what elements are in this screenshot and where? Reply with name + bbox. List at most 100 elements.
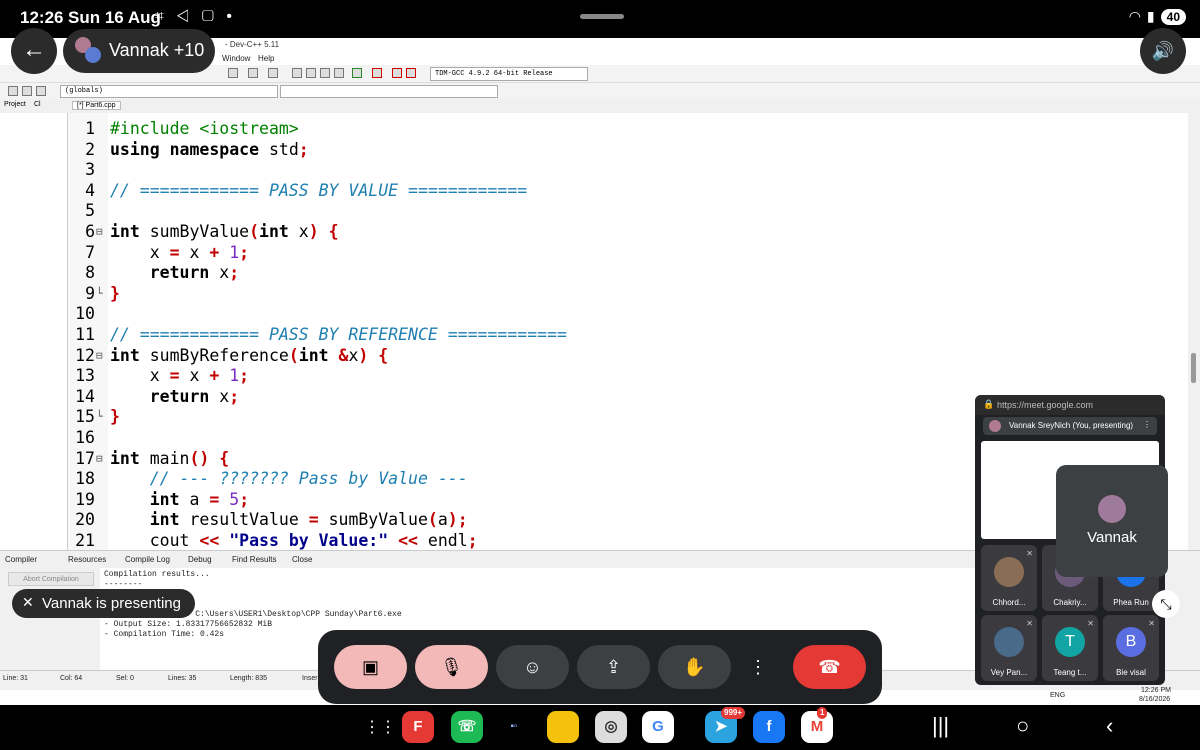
code-line[interactable]: 2 using namespace std;	[68, 140, 1188, 160]
participant-name: Chhord...	[992, 598, 1026, 607]
toolbar-icon[interactable]	[292, 68, 302, 78]
code-line[interactable]: 1 #include <iostream>	[68, 119, 1188, 139]
code-line[interactable]: 6 ⊟ int sumByValue(int x) {	[68, 222, 1188, 242]
toolbar-icon[interactable]	[22, 86, 32, 96]
drag-handle[interactable]	[580, 14, 624, 19]
globals-select[interactable]: (globals)	[60, 85, 278, 98]
fold-marker[interactable]: └	[96, 284, 106, 304]
arrow-left-icon: ←	[22, 36, 46, 63]
camera-toggle-button[interactable]: ▣	[334, 645, 407, 689]
tab-classes[interactable]: Cl	[34, 101, 41, 108]
reactions-button[interactable]: ☺	[496, 645, 569, 689]
menu-help[interactable]: Help	[258, 54, 274, 63]
avatar	[989, 420, 1001, 432]
tab-close[interactable]: Close	[292, 555, 312, 564]
more-vert-icon[interactable]: ⋮	[1143, 420, 1151, 429]
participant-name: Vey Pan...	[990, 668, 1028, 677]
participant-tile[interactable]: ✕ Chhord...	[981, 545, 1037, 611]
end-call-button[interactable]: ☎	[793, 645, 866, 689]
app-icon-gmail[interactable]: M1	[801, 707, 833, 743]
back-button[interactable]: ←	[11, 28, 57, 74]
app-icon-camera[interactable]: ◎	[595, 711, 627, 743]
tab-find-results[interactable]: Find Results	[232, 555, 276, 564]
language-indicator[interactable]: ENG	[1050, 692, 1065, 699]
code-line[interactable]: 8 return x;	[68, 263, 1188, 283]
tab-debug[interactable]: Debug	[188, 555, 212, 564]
profile-icon[interactable]	[406, 68, 416, 78]
tray-time: 12:26 PM	[1141, 687, 1171, 694]
audio-output-button[interactable]: 🔊	[1140, 28, 1186, 74]
line-number: 14	[75, 386, 95, 406]
raise-hand-button[interactable]: ✋	[658, 645, 731, 689]
participant-tile[interactable]: ✕ Vey Pan...	[981, 615, 1037, 681]
mic-toggle-button[interactable]: 🎙	[415, 645, 488, 689]
line-number: 20	[75, 510, 95, 530]
app-icon-telegram[interactable]: ➤ 999+	[705, 707, 746, 743]
more-options-button[interactable]: ⋮	[743, 645, 773, 689]
self-view-card[interactable]: Vannak	[1056, 465, 1168, 577]
camera-off-icon: ▣	[361, 657, 379, 677]
tab-compile-log[interactable]: Compile Log	[125, 555, 170, 564]
check-icon[interactable]	[352, 68, 362, 78]
you-presenting-bar[interactable]: Vannak SreyNich (You, presenting) ⋮	[983, 417, 1157, 435]
abort-compilation-button[interactable]: Abort Compilation	[8, 572, 94, 586]
code-line[interactable]: 12 ⊟ int sumByReference(int &x) {	[68, 346, 1188, 366]
scrollbar-thumb[interactable]	[1191, 353, 1196, 383]
compiler-select[interactable]: TDM-GCC 4.9.2 64-bit Release	[430, 67, 588, 81]
toolbar-icon[interactable]	[268, 68, 278, 78]
battery-icon: 40	[1160, 8, 1186, 25]
app-icon-facebook[interactable]: f	[753, 711, 785, 743]
toolbar-icon[interactable]	[248, 68, 258, 78]
code-line[interactable]: 11 // ============ PASS BY REFERENCE ====…	[68, 325, 1188, 345]
delete-icon[interactable]	[372, 68, 382, 78]
app-icon-notes[interactable]: F	[402, 711, 434, 743]
editor-scrollbar[interactable]	[1188, 113, 1200, 550]
present-button[interactable]: ⇪	[577, 645, 650, 689]
app-icon-multiwindow[interactable]: ▪▫	[498, 711, 530, 743]
toolbar-icon[interactable]	[228, 68, 238, 78]
menu-window[interactable]: Window	[222, 54, 250, 63]
back-nav-icon[interactable]: ‹	[1106, 713, 1113, 739]
home-icon[interactable]: ○	[1016, 713, 1029, 739]
code-text: // ============ PASS BY REFERENCE ======…	[110, 325, 567, 344]
fold-marker[interactable]: └	[96, 407, 106, 427]
code-line[interactable]: 9 └}	[68, 284, 1188, 304]
participant-tile[interactable]: B ✕ Bie visal	[1103, 615, 1159, 681]
toolbar-icon[interactable]	[8, 86, 18, 96]
tab-resources[interactable]: Resources	[68, 555, 106, 564]
members-select[interactable]	[280, 85, 498, 98]
line-number: 4	[85, 180, 95, 200]
code-line[interactable]: 3	[68, 160, 1188, 180]
toolbar-icon[interactable]	[306, 68, 316, 78]
chart-icon[interactable]	[392, 68, 402, 78]
app-icon-files[interactable]	[547, 711, 579, 743]
code-line[interactable]: 5	[68, 201, 1188, 221]
call-controls: ▣ 🎙 ☺ ⇪ ✋ ⋮ ☎	[318, 630, 882, 704]
app-drawer-icon[interactable]: ⋮⋮	[364, 717, 396, 737]
recents-icon[interactable]: |||	[932, 713, 949, 739]
status-insert: Inser	[302, 675, 318, 682]
tab-part6-cpp[interactable]: [*] Part6.cpp	[72, 101, 121, 110]
toolbar-icon[interactable]	[334, 68, 344, 78]
fold-marker[interactable]: ⊟	[96, 449, 106, 469]
participant-tile[interactable]: T ✕ Teang t...	[1042, 615, 1098, 681]
code-line[interactable]: 10	[68, 304, 1188, 324]
project-browser[interactable]	[0, 113, 68, 550]
fold-marker[interactable]: ⊟	[96, 346, 106, 366]
status-length: Length: 835	[230, 675, 267, 682]
tab-project[interactable]: Project	[4, 101, 26, 108]
participants-pill[interactable]: Vannak +10	[63, 29, 215, 73]
app-icon-phone[interactable]: ☏	[451, 711, 483, 743]
fold-marker[interactable]: ⊟	[96, 222, 106, 242]
tab-compiler[interactable]: Compiler	[5, 555, 37, 564]
code-line[interactable]: 4 // ============ PASS BY VALUE =========…	[68, 181, 1188, 201]
app-icon-google[interactable]: G	[642, 711, 674, 743]
avatar: B	[1116, 627, 1146, 657]
collapse-button[interactable]: ⤡	[1152, 590, 1180, 618]
code-text: int sumByReference(int &x) {	[110, 345, 389, 365]
code-line[interactable]: 7 x = x + 1;	[68, 243, 1188, 263]
toolbar-icon[interactable]	[320, 68, 330, 78]
smiley-icon: ☺	[523, 657, 542, 677]
toolbar-icon[interactable]	[36, 86, 46, 96]
code-line[interactable]: 13 x = x + 1;	[68, 366, 1188, 386]
